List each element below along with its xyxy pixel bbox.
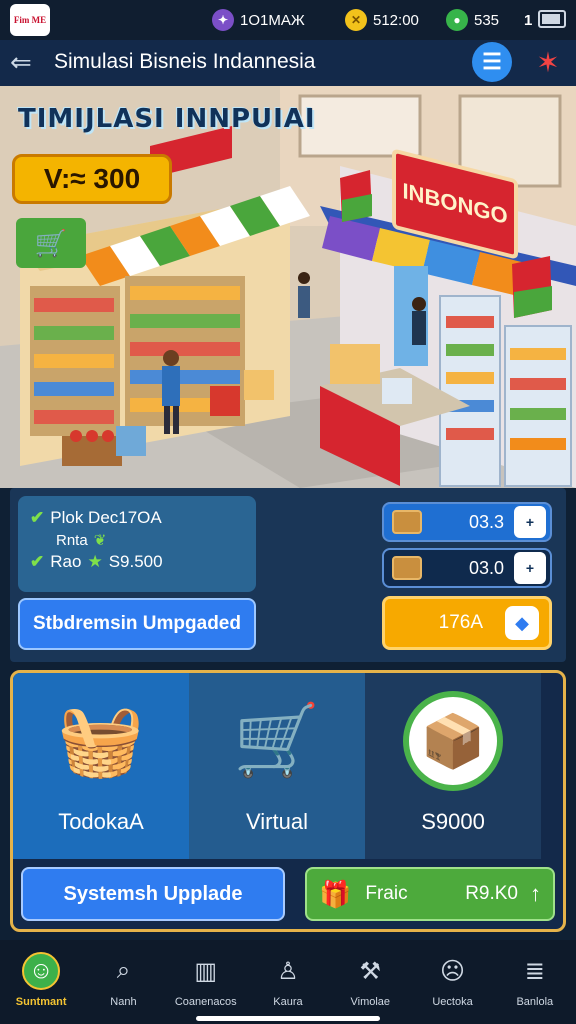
energy-icon: ●: [446, 9, 468, 31]
action-produce[interactable]: 📦 S9000: [365, 673, 541, 859]
gem-icon: ✦: [212, 9, 234, 31]
objective-text: Plok Dec17OA: [50, 508, 162, 527]
info-panel: ✔ Plok Dec17OA Rnta ❦ ✔ Rao ★ S9.500 Stb…: [10, 488, 566, 662]
app-logo: Fim ME: [10, 4, 50, 36]
nav-item-uectoka[interactable]: ☹ Uectoka: [411, 940, 493, 1024]
nav-item-banlola[interactable]: ≣ Banlola: [494, 940, 576, 1024]
nav-item-suntmant[interactable]: ☺ Suntmant: [0, 940, 82, 1024]
nav-label: Kaura: [273, 996, 303, 1008]
add-resource-button[interactable]: +: [514, 506, 546, 538]
action-label: TodokaA: [58, 809, 144, 834]
nav-label: Suntmant: [15, 996, 67, 1008]
coin-counter: ✕ 512:00: [345, 8, 419, 32]
profile-icon: ♙: [277, 957, 299, 985]
objectives-card: ✔ Plok Dec17OA Rnta ❦ ✔ Rao ★ S9.500: [18, 496, 256, 592]
add-resource-button[interactable]: +: [514, 552, 546, 584]
nav-label: Nanh: [110, 996, 137, 1008]
resource-row: 03.0 +: [382, 548, 552, 588]
nav-item-kaura[interactable]: ♙ Kaura: [247, 940, 329, 1024]
back-arrow-icon[interactable]: ⇐: [10, 48, 42, 78]
box-icon: [392, 556, 422, 580]
price-label: 176A: [438, 612, 483, 633]
shopping-cart-icon: 🛒: [233, 701, 321, 779]
nav-label: Banlola: [516, 996, 554, 1008]
crate-icon: [392, 510, 422, 534]
reward-label: Rao: [50, 552, 82, 571]
page-title: Simulasi Bisneis Indannesia: [54, 50, 316, 73]
nav-item-vimolae[interactable]: ⚒ Vimolae: [329, 940, 411, 1024]
gift-icon: 🎁: [319, 878, 352, 909]
objective-line: ✔ Plok Dec17OA: [30, 506, 244, 530]
basket-icon: 🧺: [57, 701, 145, 779]
store-scene[interactable]: TIMIJLASI INNPUIAI V:≈ 300 🛒 INBONGO: [0, 86, 576, 488]
gift-value: R9.K0: [465, 883, 518, 904]
money-badge[interactable]: V:≈ 300: [12, 154, 172, 204]
gift-button[interactable]: 🎁 Fraic R9.K0 ↑: [305, 867, 555, 921]
coin-icon: ✕: [345, 9, 367, 31]
objective-sub: Rnta ❦: [30, 530, 244, 550]
nav-label: Uectoka: [432, 996, 473, 1008]
upgrade-button[interactable]: Stbdremsin Umpgaded: [18, 598, 256, 650]
list-icon: ☰: [482, 49, 502, 74]
face-icon: ☹: [440, 957, 466, 985]
nav-item-coanenacos[interactable]: ▥ Coanenacos: [165, 940, 247, 1024]
gem-counter: ✦ 1О1МАЖ: [212, 8, 305, 32]
reward-line: ✔ Rao ★ S9.500: [30, 550, 244, 574]
reward-value: S9.500: [108, 552, 163, 571]
app-header: ⇐ Simulasi Bisneis Indannesia ☰ ✶: [0, 40, 576, 86]
action-label: S9000: [421, 809, 485, 834]
leaf-icon: ❦: [93, 532, 107, 549]
layers-icon: ≣: [524, 957, 545, 985]
cart-icon[interactable]: 🛒: [16, 218, 86, 268]
resource-row: 03.3 +: [382, 502, 552, 542]
avatar-icon: ☺: [22, 952, 61, 990]
actions-panel: 🧺 TodokaA 🛒 Virtual 📦 S9000 Systemsh Upp…: [10, 670, 566, 932]
action-virtual[interactable]: 🛒 Virtual: [189, 673, 365, 859]
level-indicator: 1: [524, 8, 532, 32]
nav-label: Coanenacos: [174, 996, 237, 1008]
energy-value: 535: [474, 11, 500, 29]
scene-title: TIMIJLASI INNPUIAI: [18, 104, 316, 134]
home-indicator[interactable]: [196, 1016, 380, 1021]
nav-item-nanh[interactable]: ⌕ Nanh: [82, 940, 164, 1024]
chart-icon: ▥: [194, 957, 218, 985]
battery-icon: [538, 10, 566, 28]
arrow-up-icon: ↑: [530, 881, 541, 906]
menu-button[interactable]: ☰: [472, 42, 512, 82]
action-basket[interactable]: 🧺 TodokaA: [13, 673, 189, 859]
star-icon: ★: [87, 552, 103, 571]
nav-label: Vimolae: [350, 996, 391, 1008]
bottom-nav: ☺ Suntmant ⌕ Nanh ▥ Coanenacos ♙ Kaura ⚒…: [0, 940, 576, 1024]
resource-value: 03.0: [468, 557, 504, 578]
produce-box-icon: 📦: [403, 691, 503, 791]
coin-value: 512:00: [373, 11, 419, 29]
tools-icon: ⚒: [359, 957, 382, 985]
store-illustration: [0, 86, 576, 488]
price-button[interactable]: 176A ◆: [382, 596, 552, 650]
system-upgrade-button[interactable]: Systemsh Upplade: [21, 867, 285, 921]
objective-sub-text: Rnta: [56, 531, 88, 549]
action-label: Virtual: [246, 809, 308, 834]
diamond-icon: ◆: [505, 606, 539, 640]
gift-label: Fraic: [365, 883, 408, 904]
resource-value: 03.3: [468, 511, 504, 532]
search-icon: ⌕: [116, 957, 131, 984]
level-value: 1: [524, 11, 533, 29]
checkmark-icon: ✔: [30, 508, 45, 527]
checkmark-icon: ✔: [30, 552, 45, 571]
energy-counter: ● 535: [446, 8, 499, 32]
hero-icon[interactable]: ✶: [530, 44, 566, 80]
status-bar: Fim ME ✦ 1О1МАЖ ✕ 512:00 ● 535 1: [0, 0, 576, 40]
gem-value: 1О1МАЖ: [240, 11, 305, 29]
